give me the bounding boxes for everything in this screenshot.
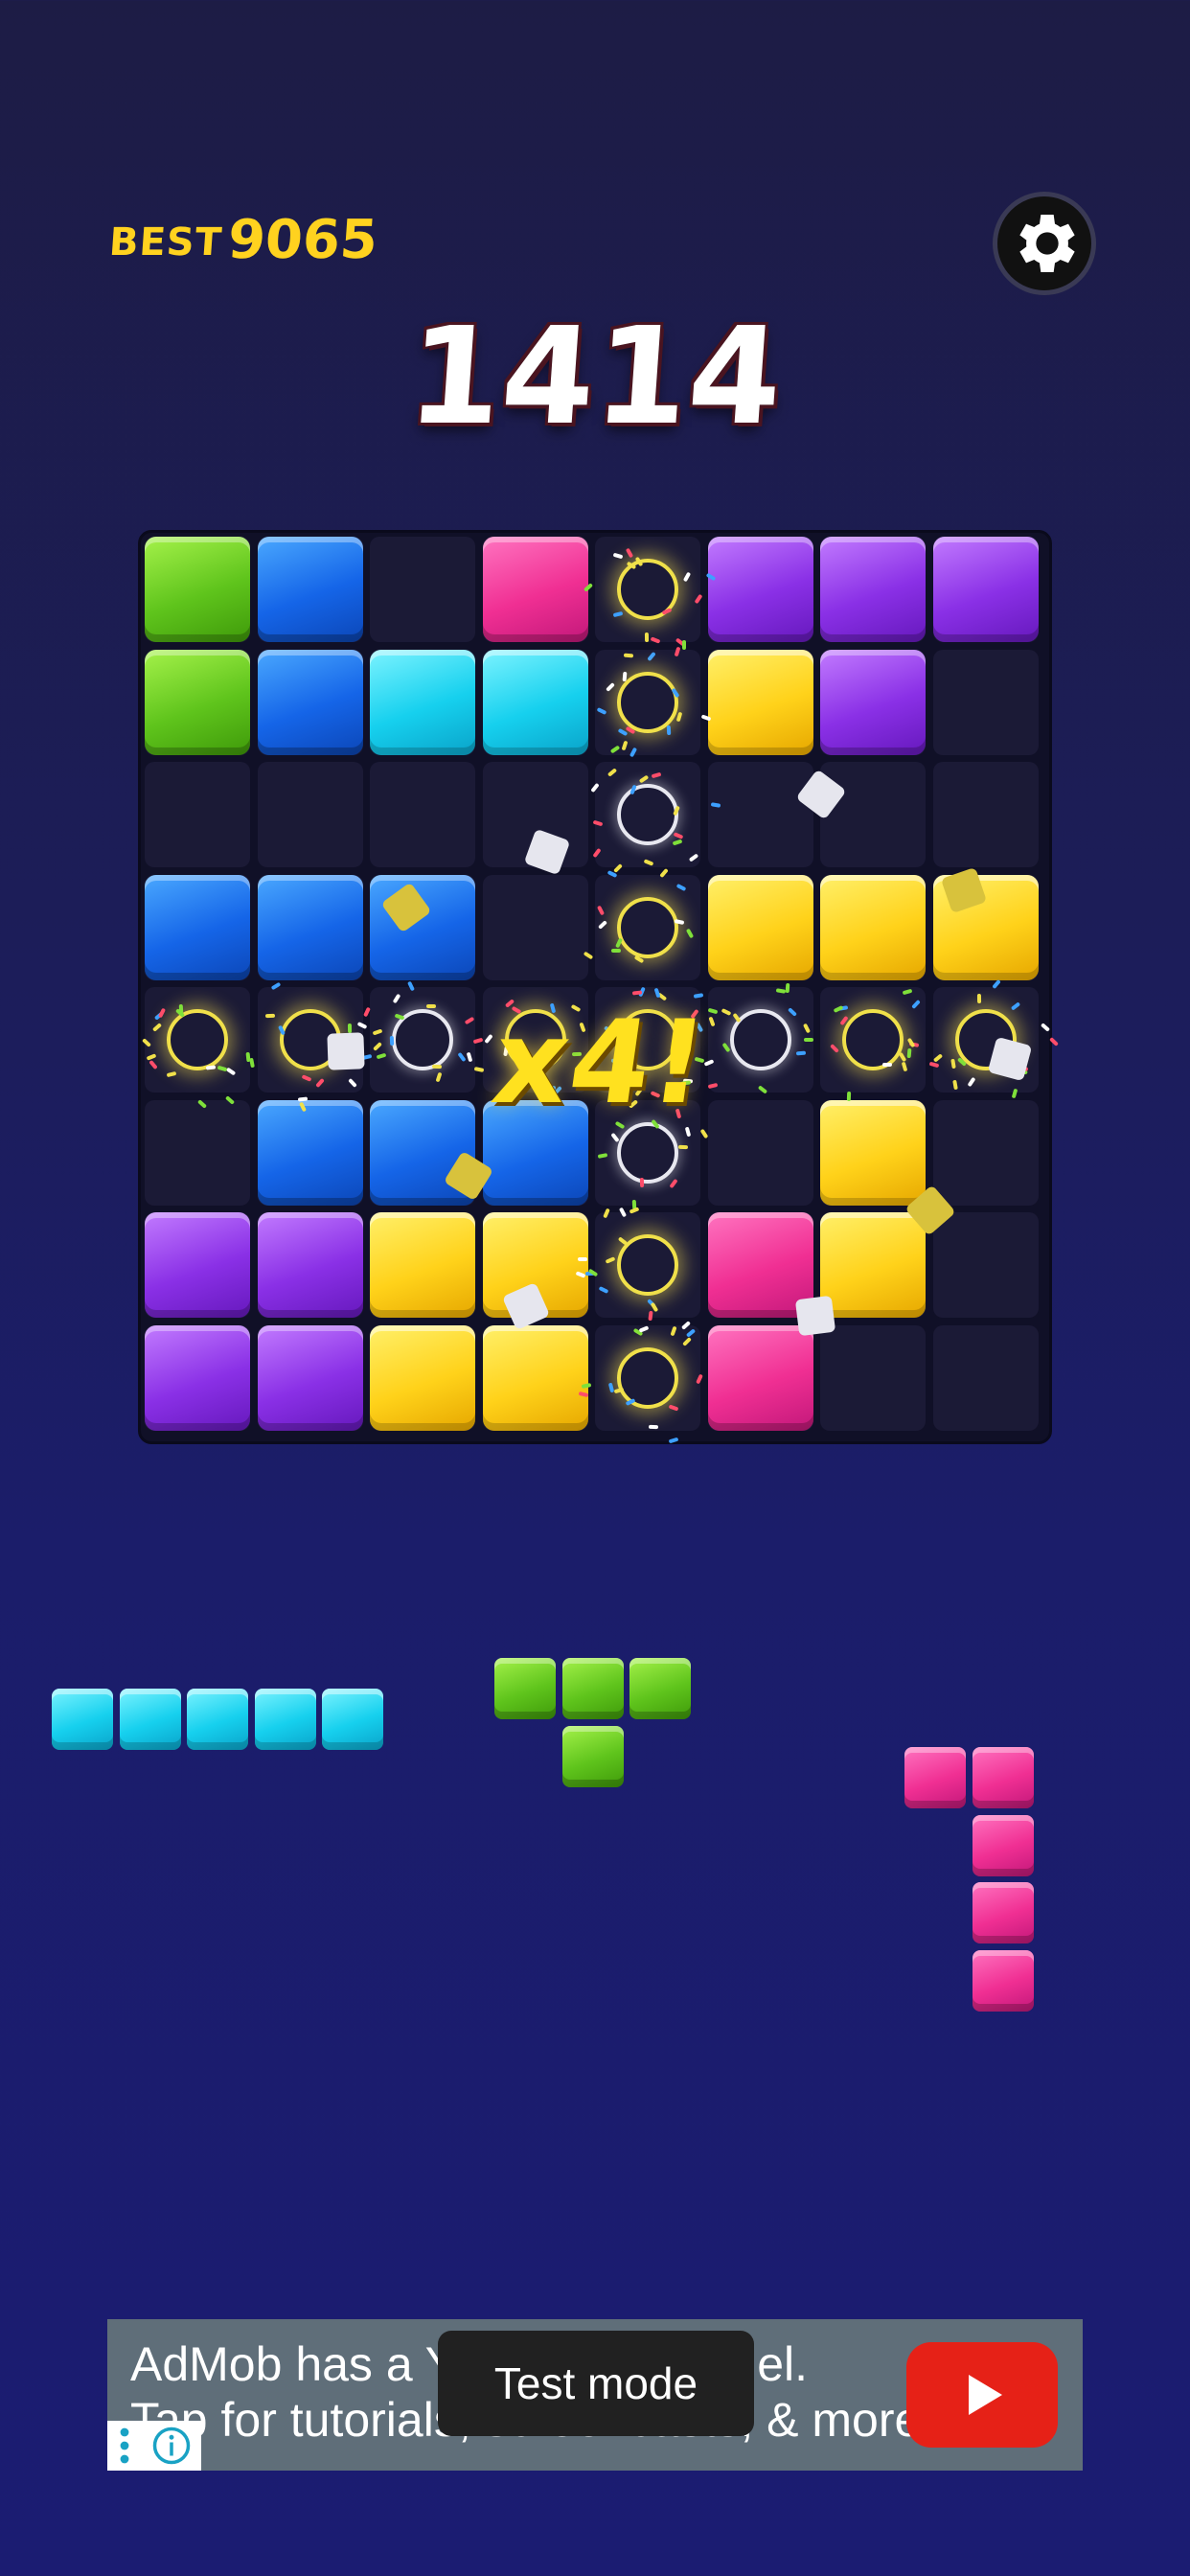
cyan-block (482, 649, 588, 755)
board-cell[interactable] (820, 987, 926, 1092)
purple-block (707, 537, 813, 642)
cyan-block (370, 649, 475, 755)
pink-block (707, 1324, 813, 1431)
best-label: BEST (107, 220, 224, 264)
board-cell[interactable] (932, 762, 1039, 867)
green-block (145, 537, 250, 642)
piece-block (629, 1658, 691, 1719)
blue-block (370, 874, 475, 980)
board-cell[interactable] (595, 649, 700, 755)
board-cell[interactable] (595, 1212, 700, 1318)
piece-block (322, 1689, 383, 1750)
pink-block (482, 537, 588, 642)
piece-block (494, 1658, 556, 1719)
yellow-block (707, 874, 813, 980)
piece-block (119, 1689, 181, 1750)
board-cell[interactable] (370, 537, 475, 642)
board-cell[interactable] (595, 874, 700, 980)
purple-block (257, 1324, 363, 1431)
board-cell[interactable] (482, 762, 588, 867)
blue-block (257, 537, 363, 642)
yellow-block (370, 1324, 475, 1431)
board-cell[interactable] (707, 762, 813, 867)
yellow-block (482, 1324, 588, 1431)
purple-block (932, 537, 1039, 642)
piece-block (254, 1689, 316, 1750)
board-cell[interactable] (257, 762, 363, 867)
piece-block (972, 1949, 1034, 2012)
purple-block (257, 1212, 363, 1318)
board-cell[interactable] (595, 762, 700, 867)
piece-block (972, 1882, 1034, 1944)
blue-block (257, 874, 363, 980)
board-cell[interactable] (595, 537, 700, 642)
board-cell[interactable] (482, 874, 588, 980)
yellow-block (820, 1099, 926, 1206)
board-cell[interactable] (932, 1099, 1039, 1206)
blue-block (370, 1099, 475, 1206)
test-mode-toast: Test mode (438, 2331, 754, 2436)
blue-block (145, 874, 250, 980)
board-cell[interactable] (370, 987, 475, 1092)
game-board[interactable] (138, 530, 1052, 1444)
board-cell[interactable] (145, 987, 250, 1092)
piece-block (561, 1725, 624, 1787)
board-cell[interactable] (707, 1099, 813, 1206)
piece-block (561, 1658, 624, 1719)
pink-block (707, 1212, 813, 1318)
purple-block (820, 649, 926, 755)
board-cell[interactable] (932, 987, 1039, 1092)
piece-block (972, 1747, 1034, 1808)
board-cell[interactable] (932, 1212, 1039, 1318)
info-icon (152, 2426, 190, 2465)
purple-block (820, 537, 926, 642)
purple-block (145, 1212, 250, 1318)
board-cell[interactable] (932, 649, 1039, 755)
board-cell[interactable] (370, 762, 475, 867)
piece-block (904, 1747, 966, 1808)
board-cell[interactable] (145, 762, 250, 867)
piece-block (187, 1689, 248, 1750)
best-score: 9065 (225, 209, 380, 271)
ad-play-button[interactable] (906, 2342, 1058, 2448)
green-block (145, 649, 250, 755)
yellow-block (820, 1212, 926, 1318)
piece-block (52, 1689, 113, 1750)
current-score: 1414 (402, 299, 788, 455)
yellow-block (482, 1212, 588, 1318)
yellow-block (370, 1212, 475, 1318)
board-cell[interactable] (932, 1324, 1039, 1431)
ad-choices[interactable] (107, 2421, 201, 2471)
combo-multiplier: x4! (485, 997, 717, 1130)
purple-block (145, 1324, 250, 1431)
board-cell[interactable] (707, 987, 813, 1092)
yellow-block (820, 874, 926, 980)
board-cell[interactable] (820, 762, 926, 867)
gear-icon (1019, 215, 1075, 272)
settings-button[interactable] (993, 192, 1096, 295)
piece-block (972, 1814, 1034, 1876)
more-dots-icon (120, 2427, 128, 2464)
yellow-block (707, 649, 813, 755)
board-cell[interactable] (820, 1324, 926, 1431)
board-cell[interactable] (145, 1099, 250, 1206)
yellow-block (932, 874, 1039, 980)
blue-block (257, 1099, 363, 1206)
blue-block (257, 649, 363, 755)
board-cell[interactable] (595, 1324, 700, 1431)
board-cell[interactable] (257, 987, 363, 1092)
play-icon (969, 2375, 1002, 2415)
